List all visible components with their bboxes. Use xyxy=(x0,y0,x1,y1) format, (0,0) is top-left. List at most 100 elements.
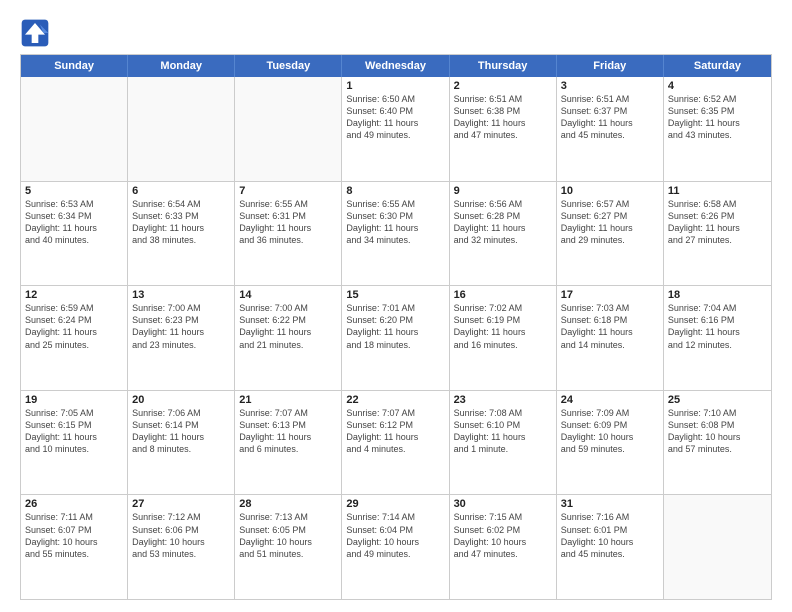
cell-info-line: and 18 minutes. xyxy=(346,339,444,351)
cell-info-line: and 6 minutes. xyxy=(239,443,337,455)
cell-info-line: Sunset: 6:30 PM xyxy=(346,210,444,222)
day-number: 14 xyxy=(239,289,337,301)
day-number: 10 xyxy=(561,185,659,197)
day-cell-11: 11Sunrise: 6:58 AMSunset: 6:26 PMDayligh… xyxy=(664,182,771,286)
cell-info-line: Sunrise: 7:07 AM xyxy=(346,407,444,419)
day-number: 9 xyxy=(454,185,552,197)
cell-info-line: Daylight: 11 hours xyxy=(454,431,552,443)
day-cell-24: 24Sunrise: 7:09 AMSunset: 6:09 PMDayligh… xyxy=(557,391,664,495)
day-number: 23 xyxy=(454,394,552,406)
cell-info-line: Sunrise: 7:14 AM xyxy=(346,511,444,523)
cell-info-line: Sunrise: 7:15 AM xyxy=(454,511,552,523)
day-number: 22 xyxy=(346,394,444,406)
day-number: 29 xyxy=(346,498,444,510)
weekday-header-tuesday: Tuesday xyxy=(235,55,342,77)
day-number: 25 xyxy=(668,394,767,406)
cell-info-line: Sunset: 6:35 PM xyxy=(668,105,767,117)
cell-info-line: Daylight: 10 hours xyxy=(132,536,230,548)
cell-info-line: and 25 minutes. xyxy=(25,339,123,351)
cell-info-line: Daylight: 11 hours xyxy=(346,326,444,338)
cell-info-line: Daylight: 11 hours xyxy=(561,222,659,234)
cell-info-line: Sunrise: 7:00 AM xyxy=(239,302,337,314)
cell-info-line: Daylight: 11 hours xyxy=(454,326,552,338)
day-number: 30 xyxy=(454,498,552,510)
cell-info-line: and 27 minutes. xyxy=(668,234,767,246)
weekday-header-thursday: Thursday xyxy=(450,55,557,77)
cell-info-line: and 49 minutes. xyxy=(346,129,444,141)
day-number: 19 xyxy=(25,394,123,406)
cell-info-line: Sunset: 6:22 PM xyxy=(239,314,337,326)
day-number: 2 xyxy=(454,80,552,92)
cell-info-line: Sunset: 6:38 PM xyxy=(454,105,552,117)
cell-info-line: and 8 minutes. xyxy=(132,443,230,455)
cell-info-line: Sunset: 6:23 PM xyxy=(132,314,230,326)
cell-info-line: and 51 minutes. xyxy=(239,548,337,560)
cell-info-line: Sunset: 6:26 PM xyxy=(668,210,767,222)
day-cell-20: 20Sunrise: 7:06 AMSunset: 6:14 PMDayligh… xyxy=(128,391,235,495)
weekday-header-wednesday: Wednesday xyxy=(342,55,449,77)
cell-info-line: and 43 minutes. xyxy=(668,129,767,141)
day-cell-30: 30Sunrise: 7:15 AMSunset: 6:02 PMDayligh… xyxy=(450,495,557,599)
day-cell-8: 8Sunrise: 6:55 AMSunset: 6:30 PMDaylight… xyxy=(342,182,449,286)
cell-info-line: and 32 minutes. xyxy=(454,234,552,246)
cell-info-line: Sunrise: 7:11 AM xyxy=(25,511,123,523)
cell-info-line: Sunset: 6:10 PM xyxy=(454,419,552,431)
cell-info-line: Daylight: 11 hours xyxy=(561,326,659,338)
day-number: 16 xyxy=(454,289,552,301)
cell-info-line: and 53 minutes. xyxy=(132,548,230,560)
cell-info-line: and 4 minutes. xyxy=(346,443,444,455)
cell-info-line: and 21 minutes. xyxy=(239,339,337,351)
day-cell-15: 15Sunrise: 7:01 AMSunset: 6:20 PMDayligh… xyxy=(342,286,449,390)
cell-info-line: Daylight: 11 hours xyxy=(454,117,552,129)
cell-info-line: Daylight: 10 hours xyxy=(668,431,767,443)
day-number: 13 xyxy=(132,289,230,301)
cell-info-line: Sunset: 6:24 PM xyxy=(25,314,123,326)
cell-info-line: Sunset: 6:16 PM xyxy=(668,314,767,326)
cell-info-line: and 47 minutes. xyxy=(454,548,552,560)
day-cell-18: 18Sunrise: 7:04 AMSunset: 6:16 PMDayligh… xyxy=(664,286,771,390)
logo-icon xyxy=(20,18,50,48)
cell-info-line: Sunset: 6:15 PM xyxy=(25,419,123,431)
cell-info-line: Sunrise: 7:09 AM xyxy=(561,407,659,419)
day-cell-19: 19Sunrise: 7:05 AMSunset: 6:15 PMDayligh… xyxy=(21,391,128,495)
calendar: SundayMondayTuesdayWednesdayThursdayFrid… xyxy=(20,54,772,600)
cell-info-line: Sunset: 6:20 PM xyxy=(346,314,444,326)
cell-info-line: Sunset: 6:09 PM xyxy=(561,419,659,431)
cell-info-line: and 23 minutes. xyxy=(132,339,230,351)
cell-info-line: and 36 minutes. xyxy=(239,234,337,246)
cell-info-line: Sunset: 6:18 PM xyxy=(561,314,659,326)
day-number: 18 xyxy=(668,289,767,301)
day-cell-16: 16Sunrise: 7:02 AMSunset: 6:19 PMDayligh… xyxy=(450,286,557,390)
cell-info-line: Sunrise: 7:03 AM xyxy=(561,302,659,314)
cell-info-line: and 38 minutes. xyxy=(132,234,230,246)
cell-info-line: Daylight: 10 hours xyxy=(561,536,659,548)
cell-info-line: Sunrise: 7:08 AM xyxy=(454,407,552,419)
cell-info-line: and 47 minutes. xyxy=(454,129,552,141)
day-number: 5 xyxy=(25,185,123,197)
calendar-row-4: 26Sunrise: 7:11 AMSunset: 6:07 PMDayligh… xyxy=(21,494,771,599)
page: SundayMondayTuesdayWednesdayThursdayFrid… xyxy=(0,0,792,612)
cell-info-line: Daylight: 11 hours xyxy=(668,326,767,338)
cell-info-line: Daylight: 10 hours xyxy=(454,536,552,548)
logo xyxy=(20,18,54,48)
day-number: 24 xyxy=(561,394,659,406)
cell-info-line: Sunset: 6:05 PM xyxy=(239,524,337,536)
day-cell-13: 13Sunrise: 7:00 AMSunset: 6:23 PMDayligh… xyxy=(128,286,235,390)
cell-info-line: Sunset: 6:37 PM xyxy=(561,105,659,117)
cell-info-line: and 14 minutes. xyxy=(561,339,659,351)
day-number: 11 xyxy=(668,185,767,197)
cell-info-line: Sunset: 6:08 PM xyxy=(668,419,767,431)
day-number: 15 xyxy=(346,289,444,301)
cell-info-line: Sunrise: 7:04 AM xyxy=(668,302,767,314)
cell-info-line: Sunrise: 6:52 AM xyxy=(668,93,767,105)
day-cell-10: 10Sunrise: 6:57 AMSunset: 6:27 PMDayligh… xyxy=(557,182,664,286)
cell-info-line: Sunrise: 7:05 AM xyxy=(25,407,123,419)
cell-info-line: Sunrise: 6:51 AM xyxy=(561,93,659,105)
cell-info-line: Sunrise: 6:58 AM xyxy=(668,198,767,210)
cell-info-line: and 45 minutes. xyxy=(561,548,659,560)
cell-info-line: Sunrise: 6:50 AM xyxy=(346,93,444,105)
cell-info-line: Daylight: 11 hours xyxy=(561,117,659,129)
cell-info-line: Daylight: 10 hours xyxy=(25,536,123,548)
cell-info-line: Sunrise: 7:02 AM xyxy=(454,302,552,314)
cell-info-line: Sunrise: 6:55 AM xyxy=(239,198,337,210)
